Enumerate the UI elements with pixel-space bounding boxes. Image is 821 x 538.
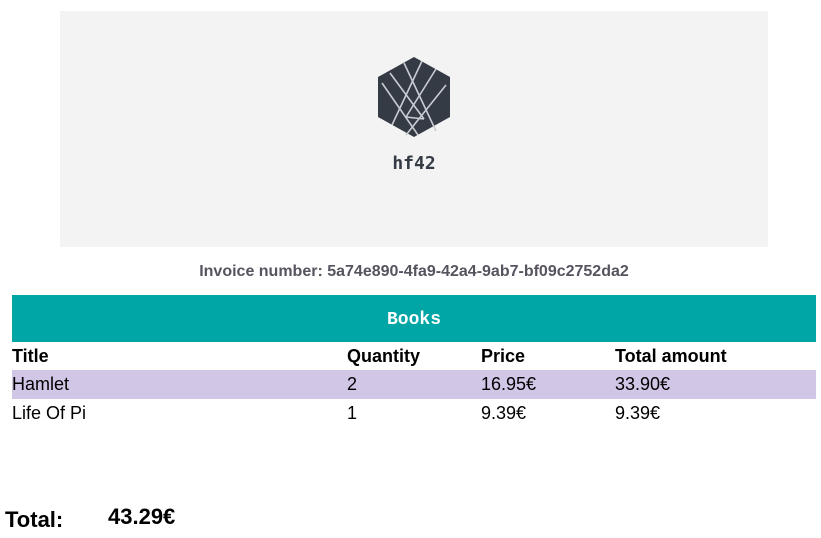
- cell-price: 9.39€: [481, 403, 527, 423]
- column-header-total-amount: Total amount: [615, 346, 727, 366]
- total-label: Total:: [5, 507, 64, 532]
- hexagon-logo-icon: [378, 57, 450, 137]
- table-row: Life Of Pi 1 9.39€ 9.39€: [12, 399, 816, 428]
- column-header-title: Title: [12, 346, 49, 366]
- cell-title: Life Of Pi: [12, 403, 87, 423]
- cell-price: 16.95€: [481, 370, 615, 399]
- column-header-price: Price: [481, 346, 526, 366]
- column-header-quantity: Quantity: [347, 346, 421, 366]
- invoice-number: Invoice number: 5a74e890-4fa9-42a4-9ab7-…: [199, 263, 629, 280]
- section-title-bar: Books: [12, 295, 816, 342]
- cell-quantity: 2: [347, 370, 481, 399]
- cell-total: 33.90€: [615, 370, 816, 399]
- items-table: Title Quantity Price Total amount Hamlet…: [12, 342, 816, 428]
- cell-total: 9.39€: [615, 403, 661, 423]
- brand-name: hf42: [392, 153, 436, 174]
- cell-quantity: 1: [347, 403, 358, 423]
- table-row: Hamlet 2 16.95€ 33.90€: [12, 370, 816, 399]
- table-header-row: Title Quantity Price Total amount: [12, 342, 816, 370]
- total-value: 43.29€: [108, 504, 176, 529]
- header-banner: hf42: [60, 11, 768, 247]
- cell-title: Hamlet: [12, 370, 347, 399]
